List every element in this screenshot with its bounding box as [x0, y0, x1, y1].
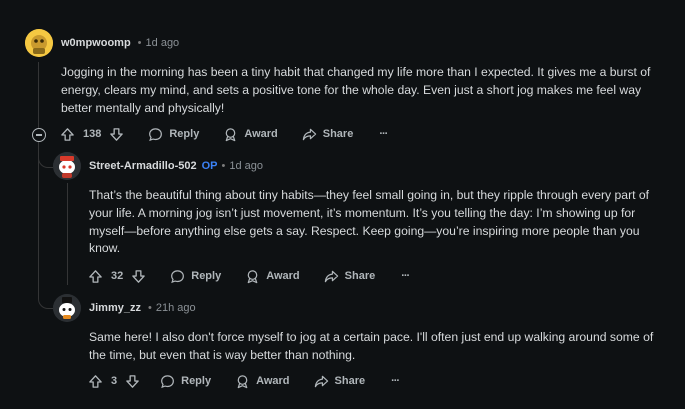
award-icon — [247, 269, 258, 283]
share-label: Share — [322, 128, 354, 140]
vote-count: 32 — [111, 270, 124, 282]
share-button[interactable]: Share — [324, 269, 376, 284]
reply-label: Reply — [191, 270, 222, 282]
comment-body: That’s the beautiful thing about tiny ha… — [89, 188, 650, 256]
more-dots-icon: ··· — [401, 270, 410, 282]
thread-line-main — [38, 62, 39, 128]
meta-separator: • — [221, 160, 226, 172]
reply-label: Reply — [169, 128, 200, 140]
award-button[interactable]: Award — [235, 374, 290, 389]
more-dots-icon: ··· — [379, 128, 388, 140]
timestamp[interactable]: 1d ago — [229, 160, 263, 172]
thread-line-replies — [38, 142, 39, 292]
more-options-button[interactable]: ··· — [391, 375, 400, 387]
comment-bubble-icon — [161, 374, 175, 388]
share-label: Share — [344, 270, 376, 282]
downvote-arrow-icon — [110, 127, 124, 141]
share-arrow-icon — [324, 270, 338, 282]
more-options-button[interactable]: ··· — [379, 128, 388, 140]
reply-label: Reply — [181, 375, 212, 387]
timestamp[interactable]: 21h ago — [156, 302, 196, 314]
meta-separator: • — [137, 37, 142, 49]
award-button[interactable]: Award — [245, 269, 300, 284]
meta-separator: • — [147, 302, 152, 314]
more-options-button[interactable]: ··· — [401, 270, 410, 282]
comment-actions: 138 Reply Award Share ··· — [60, 123, 388, 145]
upvote-arrow-icon — [89, 374, 102, 388]
comment-bubble-icon — [149, 127, 163, 141]
reply-button[interactable]: Reply — [160, 374, 211, 389]
downvote-button[interactable] — [109, 127, 124, 142]
upvote-arrow-icon — [61, 127, 74, 141]
award-label: Award — [256, 375, 290, 387]
author-name[interactable]: Street-Armadillo-502 — [89, 160, 197, 172]
snoo-avatar-icon — [53, 152, 81, 180]
share-button[interactable]: Share — [302, 127, 354, 142]
share-label: Share — [334, 375, 366, 387]
award-label: Award — [266, 270, 300, 282]
award-button[interactable]: Award — [223, 127, 278, 142]
upvote-button[interactable] — [88, 269, 103, 284]
more-dots-icon: ··· — [391, 375, 400, 387]
comment-body: Same here! I also don't force myself to … — [89, 330, 654, 362]
comment-bubble-icon — [171, 269, 185, 283]
upvote-button[interactable] — [60, 127, 75, 142]
comment-actions: 3 Reply Award Share ··· — [88, 370, 400, 392]
avatar[interactable] — [53, 294, 81, 322]
avatar[interactable] — [53, 152, 81, 180]
downvote-arrow-icon — [132, 269, 146, 283]
thread-branch-reply-1 — [38, 150, 53, 168]
award-icon — [237, 374, 248, 388]
share-arrow-icon — [314, 375, 328, 387]
reply-button[interactable]: Reply — [170, 269, 221, 284]
comment-meta: Street-Armadillo-502 OP • 1d ago — [89, 160, 263, 172]
downvote-button[interactable] — [131, 269, 146, 284]
downvote-button[interactable] — [125, 374, 140, 389]
comment-meta: w0mpwoomp • 1d ago — [61, 37, 179, 49]
downvote-arrow-icon — [126, 374, 139, 388]
author-name[interactable]: w0mpwoomp — [61, 37, 131, 49]
upvote-button[interactable] — [88, 374, 103, 389]
comment-body: Jogging in the morning has been a tiny h… — [61, 65, 651, 115]
share-button[interactable]: Share — [314, 374, 366, 389]
timestamp[interactable]: 1d ago — [146, 37, 180, 49]
thread-line-reply-1 — [67, 183, 68, 285]
comment-actions: 32 Reply Award Share ··· — [88, 265, 410, 287]
collapse-thread-button[interactable] — [32, 128, 46, 142]
op-badge: OP — [201, 160, 218, 172]
reply-button[interactable]: Reply — [148, 127, 199, 142]
vote-count: 3 — [111, 375, 118, 387]
share-arrow-icon — [302, 128, 316, 140]
upvote-arrow-icon — [89, 269, 102, 283]
vote-count: 138 — [83, 128, 102, 140]
comment-meta: Jimmy_zz • 21h ago — [89, 302, 196, 314]
previous-actions-fragment — [118, 0, 206, 2]
snoo-avatar-icon — [25, 29, 53, 57]
award-icon — [226, 127, 236, 141]
thread-branch-reply-2 — [38, 290, 53, 309]
award-label: Award — [244, 128, 278, 140]
avatar[interactable] — [25, 29, 53, 57]
author-name[interactable]: Jimmy_zz — [89, 302, 141, 314]
snoo-avatar-icon — [53, 294, 81, 322]
